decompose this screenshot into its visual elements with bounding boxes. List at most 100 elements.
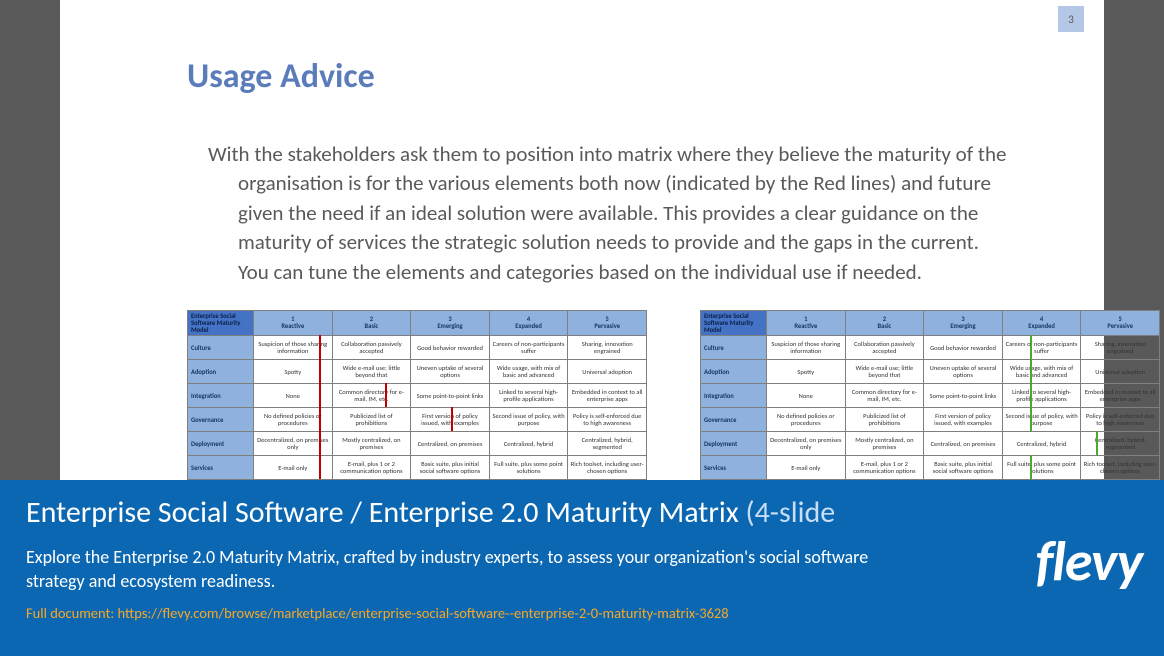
matrix-row-integration: Integration — [701, 384, 767, 408]
page-number-badge: 3 — [1058, 6, 1084, 32]
matrix-cell: Full suite, plus some point solutions — [489, 456, 568, 480]
matrix-cell: Policy is self-enforced due to high awar… — [1081, 408, 1160, 432]
slide-body-text: With the stakeholders ask them to positi… — [208, 140, 1008, 287]
matrix-cell: Sharing, innovation engrained — [568, 336, 647, 360]
matrix-row-deployment: Deployment — [701, 432, 767, 456]
matrix-cell: Good behavior rewarded — [924, 336, 1003, 360]
matrix-cell: Second issue of policy, with purpose — [1002, 408, 1081, 432]
matrix-cell: Careers of non-participants suffer — [1002, 336, 1081, 360]
matrix-col-5: 5Pervasive — [1081, 311, 1160, 336]
banner-subtitle: Explore the Enterprise 2.0 Maturity Matr… — [26, 545, 906, 594]
matrix-col-3: 3Emerging — [411, 311, 490, 336]
matrix-cell: Careers of non-participants suffer — [489, 336, 568, 360]
matrix-col-1: 1Reactive — [767, 311, 846, 336]
matrix-row-adoption: Adoption — [188, 360, 254, 384]
matrix-col-4: 4Expanded — [1002, 311, 1081, 336]
matrix-cell: No defined policies or procedures — [767, 408, 846, 432]
matrix-cell: Embedded in context to all enterprise ap… — [1081, 384, 1160, 408]
matrix-cell: Common directory for e-mail, IM, etc. — [332, 384, 411, 408]
matrix-col-5: 5Pervasive — [568, 311, 647, 336]
matrix-cell: Centralized, hybrid, segmented — [568, 432, 647, 456]
matrix-cell: Good behavior rewarded — [411, 336, 490, 360]
matrix-cell: Centralized, hybrid — [489, 432, 568, 456]
matrix-cell: Collaboration passively accepted — [332, 336, 411, 360]
matrix-cell: Centralized, hybrid, segmented — [1081, 432, 1160, 456]
matrix-cell: First version of policy issued, with exa… — [411, 408, 490, 432]
red-marker-1 — [319, 335, 321, 479]
matrix-cell: Basic suite, plus initial social softwar… — [411, 456, 490, 480]
matrix-cell: Spotty — [767, 360, 846, 384]
matrix-cell: Wide e-mail use; little beyond that — [845, 360, 924, 384]
matrix-cell: Centralized, hybrid — [1002, 432, 1081, 456]
matrix-cell: Wide e-mail use; little beyond that — [332, 360, 411, 384]
matrix-cell: Centralized, on premises — [924, 432, 1003, 456]
banner-title-trail: (4-slide — [739, 494, 835, 531]
banner-title-lead: Enterprise Social Software / Enterprise … — [26, 494, 739, 531]
matrix-corner: Enterprise Social Software Maturity Mode… — [701, 311, 767, 336]
matrix-row-culture: Culture — [701, 336, 767, 360]
red-marker-2 — [385, 383, 387, 407]
maturity-matrix-left: Enterprise Social Software Maturity Mode… — [187, 310, 647, 480]
matrix-cell: Mostly centralized, on premises — [332, 432, 411, 456]
matrix-cell: None — [767, 384, 846, 408]
matrix-cell: Uneven uptake of several options — [411, 360, 490, 384]
matrix-cell: Wide usage, with mix of basic and advanc… — [489, 360, 568, 384]
green-marker-2 — [1096, 431, 1098, 455]
matrix-row-governance: Governance — [701, 408, 767, 432]
matrix-row-services: Services — [701, 456, 767, 480]
brand-logo: flevy — [1035, 528, 1142, 596]
red-marker-3 — [451, 407, 453, 431]
matrix-row-services: Services — [188, 456, 254, 480]
matrix-cell: Sharing, innovation engrained — [1081, 336, 1160, 360]
matrix-cell: Policy is self-enforced due to high awar… — [568, 408, 647, 432]
body-paragraph: With the stakeholders ask them to positi… — [208, 140, 1008, 287]
matrix-cell: Universal adoption — [568, 360, 647, 384]
matrix-corner: Enterprise Social Software Maturity Mode… — [188, 311, 254, 336]
matrix-cell: Publicized list of prohibitions — [845, 408, 924, 432]
matrix-cell: Uneven uptake of several options — [924, 360, 1003, 384]
matrix-row-adoption: Adoption — [701, 360, 767, 384]
matrix-cell: Linked to several high-profile applicati… — [489, 384, 568, 408]
matrix-cell: E-mail only — [767, 456, 846, 480]
green-marker-1 — [1030, 335, 1032, 431]
matrix-cell: Some point-to-point links — [411, 384, 490, 408]
matrix-cell: Linked to several high-profile applicati… — [1002, 384, 1081, 408]
banner-link-url: https://flevy.com/browse/marketplace/ent… — [118, 604, 729, 622]
matrix-cell: Basic suite, plus initial social softwar… — [924, 456, 1003, 480]
matrix-cell: Embedded in context to all enterprise ap… — [568, 384, 647, 408]
matrix-cell: Universal adoption — [1081, 360, 1160, 384]
banner-link-label: Full document: — [26, 604, 114, 622]
banner-link[interactable]: Full document: https://flevy.com/browse/… — [26, 604, 1138, 622]
matrix-cell: Some point-to-point links — [924, 384, 1003, 408]
matrix-col-2: 2Basic — [332, 311, 411, 336]
matrix-cell: Wide usage, with mix of basic and advanc… — [1002, 360, 1081, 384]
matrix-cell: Mostly centralized, on premises — [845, 432, 924, 456]
matrix-col-4: 4Expanded — [489, 311, 568, 336]
green-marker-3 — [1030, 455, 1032, 479]
matrix-cell: Publicized list of prohibitions — [332, 408, 411, 432]
matrix-cell: E-mail, plus 1 or 2 communication option… — [845, 456, 924, 480]
matrix-cell: Centralized, on premises — [411, 432, 490, 456]
banner-title: Enterprise Social Software / Enterprise … — [26, 494, 1138, 531]
matrix-cell: First version of policy issued, with exa… — [924, 408, 1003, 432]
matrix-row-deployment: Deployment — [188, 432, 254, 456]
matrix-col-1: 1Reactive — [254, 311, 333, 336]
footer-banner: Enterprise Social Software / Enterprise … — [0, 480, 1164, 656]
matrix-col-2: 2Basic — [845, 311, 924, 336]
matrix-cell: Rich toolset, including user-chosen opti… — [1081, 456, 1160, 480]
matrix-row-integration: Integration — [188, 384, 254, 408]
matrix-row-governance: Governance — [188, 408, 254, 432]
matrix-cell: Decentralized, on premises only — [767, 432, 846, 456]
matrix-cell: Full suite, plus some point solutions — [1002, 456, 1081, 480]
matrix-cell: Suspicion of those sharing information — [767, 336, 846, 360]
matrix-cell: Rich toolset, including user-chosen opti… — [568, 456, 647, 480]
matrix-cell: Second issue of policy, with purpose — [489, 408, 568, 432]
matrix-cell: Common directory for e-mail, IM, etc. — [845, 384, 924, 408]
slide-title: Usage Advice — [187, 56, 375, 97]
matrix-row-culture: Culture — [188, 336, 254, 360]
matrix-col-3: 3Emerging — [924, 311, 1003, 336]
matrix-cell: Collaboration passively accepted — [845, 336, 924, 360]
matrix-cell: E-mail, plus 1 or 2 communication option… — [332, 456, 411, 480]
maturity-matrix-right: Enterprise Social Software Maturity Mode… — [700, 310, 1160, 480]
slide-canvas: 3 Usage Advice With the stakeholders ask… — [60, 0, 1104, 480]
